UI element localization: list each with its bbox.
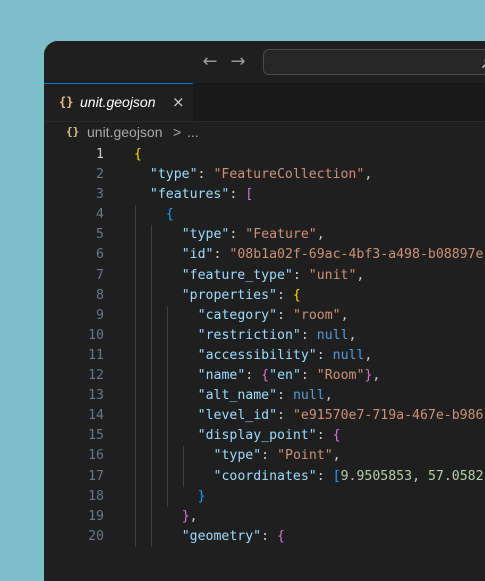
- line-number: 10: [44, 326, 104, 346]
- code-text: {: [134, 205, 174, 225]
- code-line[interactable]: 14 "level_id": "e91570e7-719a-467e-b986: [44, 406, 485, 426]
- code-text: "name": {"en": "Room"},: [134, 366, 380, 386]
- line-number: 11: [44, 346, 104, 366]
- code-text: "properties": {: [134, 286, 301, 306]
- line-number: 16: [44, 446, 104, 466]
- code-line[interactable]: 3 "features": [: [44, 185, 485, 205]
- tab-bar: {} unit.geojson ×: [44, 83, 485, 122]
- code-text: "geometry": {: [134, 527, 285, 547]
- code-line[interactable]: 7 "feature_type": "unit",: [44, 266, 485, 286]
- line-number: 9: [44, 306, 104, 326]
- line-number: 4: [44, 205, 104, 225]
- chevron-right-icon: >: [173, 124, 181, 140]
- line-number: 15: [44, 426, 104, 446]
- code-text: "restriction": null,: [134, 326, 356, 346]
- command-center-search[interactable]: [263, 49, 485, 75]
- code-text: "category": "room",: [134, 306, 349, 326]
- code-line[interactable]: 9 "category": "room",: [44, 306, 485, 326]
- tab-label: unit.geojson: [80, 94, 156, 110]
- code-line[interactable]: 6 "id": "08b1a02f-69ac-4bf3-a498-b08897e: [44, 245, 485, 265]
- line-number: 20: [44, 527, 104, 547]
- code-line[interactable]: 13 "alt_name": null,: [44, 386, 485, 406]
- line-number: 13: [44, 386, 104, 406]
- code-text: "alt_name": null,: [134, 386, 333, 406]
- line-number: 6: [44, 245, 104, 265]
- code-text: "features": [: [134, 185, 253, 205]
- close-icon[interactable]: ×: [172, 93, 185, 111]
- breadcrumb: {} unit.geojson > ...: [44, 122, 485, 144]
- line-number: 18: [44, 487, 104, 507]
- code-line[interactable]: 20 "geometry": {: [44, 527, 485, 547]
- code-line[interactable]: 10 "restriction": null,: [44, 326, 485, 346]
- code-line[interactable]: 18 }: [44, 487, 485, 507]
- line-number: 8: [44, 286, 104, 306]
- line-number: 7: [44, 266, 104, 286]
- code-line[interactable]: 17 "coordinates": [9.9505853, 57.0582: [44, 467, 485, 487]
- code-line[interactable]: 4 {: [44, 205, 485, 225]
- breadcrumb-file[interactable]: unit.geojson: [87, 124, 163, 140]
- json-file-icon: {}: [66, 125, 79, 138]
- line-number: 12: [44, 366, 104, 386]
- line-number: 1: [44, 145, 104, 165]
- line-number: 14: [44, 406, 104, 426]
- code-line[interactable]: 15 "display_point": {: [44, 426, 485, 446]
- code-text: "coordinates": [9.9505853, 57.0582: [134, 467, 484, 487]
- title-bar: ← →: [44, 41, 485, 83]
- line-number: 5: [44, 225, 104, 245]
- line-number: 19: [44, 507, 104, 527]
- code-text: "level_id": "e91570e7-719a-467e-b986: [134, 406, 484, 426]
- code-editor[interactable]: 1{2 "type": "FeatureCollection",3 "featu…: [44, 145, 485, 547]
- code-text: "id": "08b1a02f-69ac-4bf3-a498-b08897e: [134, 245, 483, 265]
- code-text: "type": "FeatureCollection",: [134, 165, 372, 185]
- line-number: 3: [44, 185, 104, 205]
- code-line[interactable]: 12 "name": {"en": "Room"},: [44, 366, 485, 386]
- code-line[interactable]: 19 },: [44, 507, 485, 527]
- code-line[interactable]: 5 "type": "Feature",: [44, 225, 485, 245]
- line-number: 17: [44, 467, 104, 487]
- code-line[interactable]: 2 "type": "FeatureCollection",: [44, 165, 485, 185]
- code-text: "accessibility": null,: [134, 346, 372, 366]
- breadcrumb-symbols[interactable]: ...: [187, 124, 199, 140]
- back-arrow-icon[interactable]: ←: [200, 52, 220, 72]
- code-text: "display_point": {: [134, 426, 341, 446]
- json-file-icon: {}: [59, 95, 73, 109]
- code-text: }: [134, 487, 206, 507]
- line-number: 2: [44, 165, 104, 185]
- code-text: "type": "Feature",: [134, 225, 325, 245]
- code-text: {: [134, 145, 142, 165]
- code-line[interactable]: 16 "type": "Point",: [44, 446, 485, 466]
- forward-arrow-icon[interactable]: →: [228, 52, 248, 72]
- code-line[interactable]: 8 "properties": {: [44, 286, 485, 306]
- tab-unit-geojson[interactable]: {} unit.geojson ×: [44, 83, 193, 121]
- code-text: "type": "Point",: [134, 446, 341, 466]
- code-text: },: [134, 507, 198, 527]
- search-icon: [480, 54, 485, 70]
- code-line[interactable]: 11 "accessibility": null,: [44, 346, 485, 366]
- code-text: "feature_type": "unit",: [134, 266, 364, 286]
- editor-window: ← → {} unit.geojson × {} unit.geojson > …: [44, 41, 485, 581]
- code-line[interactable]: 1{: [44, 145, 485, 165]
